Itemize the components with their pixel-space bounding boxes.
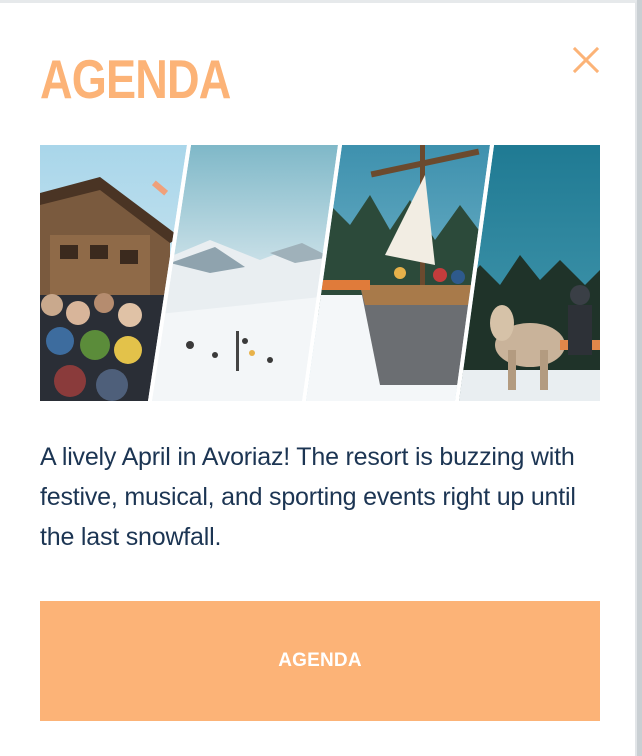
modal-description: A lively April in Avoriaz! The resort is… <box>40 443 576 551</box>
close-button[interactable] <box>571 45 601 75</box>
agenda-button[interactable]: AGENDA <box>40 601 600 721</box>
close-icon <box>572 46 600 74</box>
modal-title: AGENDA <box>40 48 231 110</box>
agenda-modal: AGENDA A lively April in Avoriaz! The re… <box>0 0 637 756</box>
agenda-button-label: AGENDA <box>278 650 362 671</box>
hero-image-collage <box>40 145 600 401</box>
